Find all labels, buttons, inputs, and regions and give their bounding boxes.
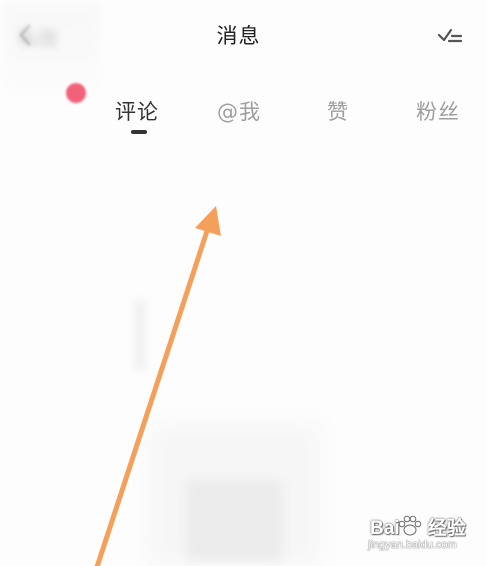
tab-comments[interactable]: 评论 [115,96,159,126]
check-list-icon [437,25,463,49]
tab-private-message[interactable]: 私信 [18,22,58,51]
active-tab-indicator [131,130,147,134]
tab-followers[interactable]: 粉丝 [416,96,460,126]
paw-icon [397,515,423,541]
blurred-content [134,300,146,370]
watermark-url: jingyan.baidu.com [368,539,457,551]
watermark: Bai 经验 jingyan.baidu.com [366,513,484,557]
tab-bar: 评论 @我 赞 粉丝 [0,80,487,150]
tab-likes[interactable]: 赞 [327,96,349,126]
faded-tab-area: 私信 [4,4,100,90]
blurred-empty-state-image [186,480,282,560]
tab-mentions[interactable]: @我 [217,96,261,126]
mark-all-read-button[interactable] [436,24,464,50]
message-screen: 消息 私信 评论 @我 赞 粉丝 Bai 经验 jingyan.baidu.co… [0,0,487,566]
